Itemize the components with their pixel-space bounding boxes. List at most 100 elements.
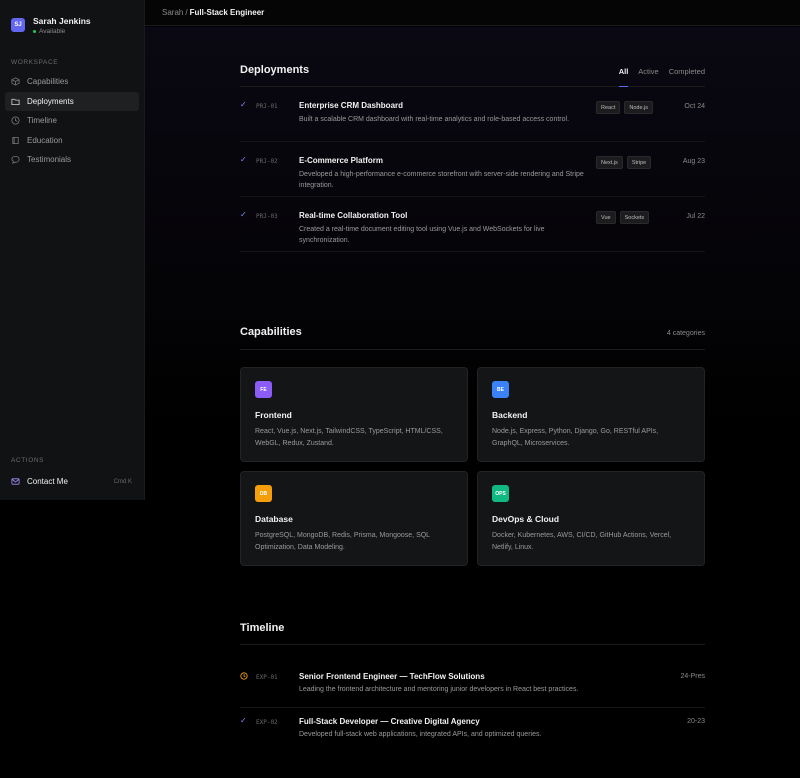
timeline-header: Timeline [240, 621, 705, 645]
check-icon: ✓ [240, 155, 247, 164]
check-icon: ✓ [240, 210, 247, 219]
row-code: PRJ-01 [256, 103, 278, 110]
capability-card-devops[interactable]: OPS DevOps & Cloud Docker, Kubernetes, A… [477, 471, 705, 566]
row-desc: Built a scalable CRM dashboard with real… [299, 116, 570, 123]
capabilities-grid: FE Frontend React, Vue.js, Next.js, Tail… [240, 367, 705, 566]
profile-status: Available [33, 28, 91, 35]
cube-icon [11, 77, 20, 86]
actions-label: ACTIONS [11, 457, 45, 464]
sidebar-item-label: Capabilities [27, 77, 69, 86]
deployments-tabs: All Active Completed [618, 67, 705, 87]
main-content: Deployments All Active Completed ✓ PRJ-0… [145, 27, 800, 778]
table-row[interactable]: ✓ PRJ-02 E-Commerce Platform Developed a… [240, 142, 705, 197]
sidebar-item-testimonials[interactable]: Testimonials [5, 150, 139, 169]
sidebar-item-timeline[interactable]: Timeline [5, 111, 139, 130]
timeline-title: Timeline [240, 622, 285, 634]
timeline-section: Timeline EXP-01 Senior Frontend Engineer… [240, 621, 705, 752]
capabilities-title: Capabilities [240, 326, 302, 338]
row-desc: Created a real-time document editing too… [299, 226, 545, 244]
book-icon [11, 136, 20, 145]
row-desc: Leading the frontend architecture and me… [299, 686, 579, 693]
sidebar-item-label: Education [27, 135, 63, 145]
card-title: DevOps & Cloud [492, 514, 560, 524]
row-tags: React Node.js [596, 101, 654, 114]
row-title: Full-Stack Developer — Creative Digital … [299, 717, 480, 726]
card-desc: React, Vue.js, Next.js, TailwindCSS, Typ… [255, 428, 443, 447]
row-date: Jul 22 [686, 213, 705, 220]
tag: Node.js [624, 101, 654, 114]
mail-icon [11, 477, 20, 486]
clock-icon [240, 672, 248, 682]
breadcrumb-current: Full-Stack Engineer [189, 8, 265, 17]
card-desc: Docker, Kubernetes, AWS, CI/CD, GitHub A… [492, 532, 672, 551]
card-title: Frontend [255, 410, 292, 420]
capability-card-frontend[interactable]: FE Frontend React, Vue.js, Next.js, Tail… [240, 367, 468, 462]
workspace-label: WORKSPACE [11, 59, 59, 66]
row-date: 24-Pres [680, 673, 705, 680]
contact-label: Contact Me [27, 477, 68, 486]
row-code: EXP-01 [256, 674, 278, 681]
tab-active[interactable]: Active [638, 67, 658, 86]
tag: Stripe [626, 156, 652, 169]
sidebar: SJ Sarah Jenkins Available WORKSPACE Cap… [0, 0, 145, 500]
clock-icon [11, 116, 20, 125]
row-code: EXP-02 [256, 719, 278, 726]
sidebar-item-capabilities[interactable]: Capabilities [5, 72, 139, 91]
tab-all[interactable]: All [618, 67, 628, 87]
breadcrumb-separator: / [185, 8, 188, 17]
table-row[interactable]: ✓ PRJ-03 Real-time Collaboration Tool Cr… [240, 197, 705, 252]
row-desc: Developed full-stack web applications, i… [299, 731, 542, 738]
row-title: Enterprise CRM Dashboard [299, 101, 404, 110]
row-date: Oct 24 [684, 103, 705, 110]
tag: Vue [596, 211, 616, 224]
capabilities-section: Capabilities 4 categories FE Frontend Re… [240, 324, 705, 566]
sidebar-item-education[interactable]: Education [5, 131, 139, 150]
folder-icon [11, 97, 20, 106]
deployments-section: Deployments All Active Completed ✓ PRJ-0… [240, 63, 705, 252]
tag: Sockets [619, 211, 650, 224]
sidebar-item-label: Testimonials [27, 155, 72, 164]
list-item[interactable]: EXP-01 Senior Frontend Engineer — TechFl… [240, 645, 705, 708]
frontend-badge-icon: FE [255, 381, 272, 398]
avatar: SJ [11, 18, 25, 32]
card-desc: Node.js, Express, Python, Django, Go, RE… [492, 428, 659, 447]
row-code: PRJ-02 [256, 158, 278, 165]
sidebar-item-deployments[interactable]: Deployments [5, 91, 139, 111]
row-title: E-Commerce Platform [299, 156, 384, 165]
card-desc: PostgreSQL, MongoDB, Redis, Prisma, Mong… [255, 532, 430, 551]
tab-completed[interactable]: Completed [669, 67, 705, 86]
database-badge-icon: DB [255, 485, 272, 502]
status-dot-icon [33, 29, 36, 33]
check-icon: ✓ [240, 100, 247, 109]
sidebar-nav: Capabilities Deployments Timeline Educat… [0, 72, 144, 169]
profile[interactable]: SJ Sarah Jenkins Available [0, 0, 144, 50]
tag: Next.js [596, 156, 623, 169]
chat-icon [11, 155, 20, 164]
capability-card-database[interactable]: DB Database PostgreSQL, MongoDB, Redis, … [240, 471, 468, 566]
deployments-header: Deployments All Active Completed [240, 63, 705, 87]
capability-card-backend[interactable]: BE Backend Node.js, Express, Python, Dja… [477, 367, 705, 462]
card-title: Database [255, 514, 293, 524]
capabilities-count: 4 categories [666, 330, 705, 337]
breadcrumb: Sarah / Full-Stack Engineer [145, 0, 800, 26]
row-tags: Next.js Stripe [596, 156, 652, 169]
row-title: Real-time Collaboration Tool [299, 211, 408, 220]
breadcrumb-parent[interactable]: Sarah [162, 8, 183, 17]
check-icon: ✓ [240, 716, 247, 725]
tag: React [596, 101, 621, 114]
row-desc: Developed a high-performance e-commerce … [299, 171, 584, 189]
sidebar-item-label: Timeline [27, 116, 57, 125]
status-label: Available [39, 27, 66, 35]
contact-me-button[interactable]: Contact Me Cmd K [5, 474, 138, 489]
backend-badge-icon: BE [492, 381, 509, 398]
deployments-title: Deployments [240, 64, 310, 76]
table-row[interactable]: ✓ PRJ-01 Enterprise CRM Dashboard Built … [240, 87, 705, 142]
row-date: 20-23 [687, 718, 705, 725]
devops-badge-icon: OPS [492, 485, 509, 502]
card-title: Backend [492, 410, 528, 420]
row-tags: Vue Sockets [596, 211, 650, 224]
list-item[interactable]: ✓ EXP-02 Full-Stack Developer — Creative… [240, 708, 705, 752]
row-title: Senior Frontend Engineer — TechFlow Solu… [299, 672, 485, 681]
contact-shortcut: Cmd K [113, 478, 132, 485]
profile-name: Sarah Jenkins [33, 15, 91, 26]
